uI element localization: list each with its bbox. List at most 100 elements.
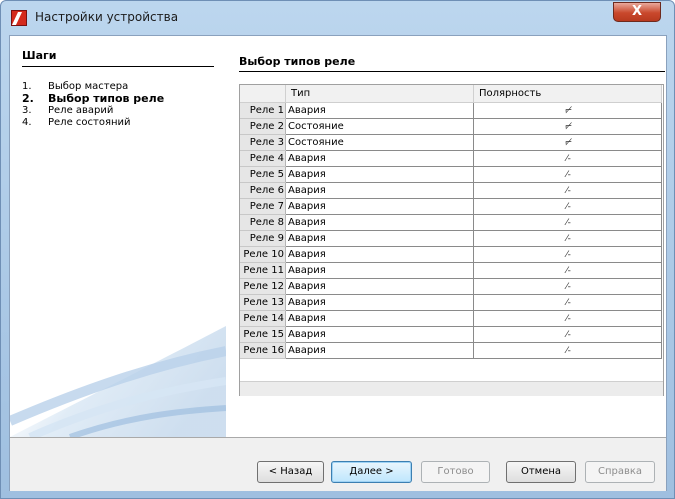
wizard-window: Настройки устройства X Шаги 1. Выбор маст… [0, 0, 675, 499]
step-label: Выбор мастера [48, 81, 129, 92]
row-header-relay: Реле 13 [240, 294, 286, 311]
step-label: Выбор типов реле [48, 92, 165, 105]
cell-polarity[interactable]: ⁄- [473, 310, 662, 327]
cancel-button[interactable]: Отмена [506, 461, 576, 483]
cell-polarity[interactable]: ⌐̸ [473, 118, 662, 135]
cell-polarity[interactable]: ⁄- [473, 182, 662, 199]
steps-title: Шаги [22, 49, 57, 62]
table-row[interactable]: Реле 14 Авария ⁄- [240, 310, 662, 327]
cell-type[interactable]: Авария [285, 102, 474, 119]
cell-polarity[interactable]: ⁄- [473, 150, 662, 167]
table-body: Реле 1 Авария ⌐̸ Реле 2 Состояние ⌐̸ Реле 3 Сос… [240, 102, 662, 359]
table-row[interactable]: Реле 16 Авария ⁄- [240, 342, 662, 359]
cell-type[interactable]: Авария [285, 182, 474, 199]
table-row[interactable]: Реле 4 Авария ⁄- [240, 150, 662, 167]
cell-polarity[interactable]: ⁄- [473, 214, 662, 231]
finish-button[interactable]: Готово [421, 461, 490, 483]
cell-type[interactable]: Авария [285, 198, 474, 215]
cell-type[interactable]: Состояние [285, 134, 474, 151]
content-panel: Выбор типов реле Тип Полярность Реле 1 Ав… [226, 36, 666, 437]
row-header-relay: Реле 4 [240, 150, 286, 167]
steps-divider [22, 66, 214, 67]
row-header-relay: Реле 2 [240, 118, 286, 135]
table-corner [240, 85, 286, 103]
column-header-polarity[interactable]: Полярность [473, 85, 662, 103]
column-header-type[interactable]: Тип [285, 85, 474, 103]
close-button[interactable]: X [613, 2, 661, 22]
cell-polarity[interactable]: ⁄- [473, 278, 662, 295]
row-header-relay: Реле 8 [240, 214, 286, 231]
cell-polarity[interactable]: ⁄- [473, 294, 662, 311]
row-header-relay: Реле 14 [240, 310, 286, 327]
cell-type[interactable]: Состояние [285, 118, 474, 135]
cell-type[interactable]: Авария [285, 246, 474, 263]
row-header-relay: Реле 3 [240, 134, 286, 151]
table-footer [240, 381, 663, 396]
row-header-relay: Реле 6 [240, 182, 286, 199]
cell-type[interactable]: Авария [285, 150, 474, 167]
table-row[interactable]: Реле 13 Авария ⁄- [240, 294, 662, 311]
cell-type[interactable]: Авария [285, 262, 474, 279]
table-row[interactable]: Реле 12 Авария ⁄- [240, 278, 662, 295]
cell-polarity[interactable]: ⌐̸ [473, 134, 662, 151]
cell-type[interactable]: Авария [285, 214, 474, 231]
relay-table[interactable]: Тип Полярность Реле 1 Авария ⌐̸ Реле 2 Состо… [239, 84, 664, 396]
table-row[interactable]: Реле 8 Авария ⁄- [240, 214, 662, 231]
step-number: 3. [22, 105, 32, 116]
cell-type[interactable]: Авария [285, 230, 474, 247]
step-label: Реле состояний [48, 117, 131, 128]
cell-polarity[interactable]: ⁄- [473, 342, 662, 359]
cell-polarity[interactable]: ⁄- [473, 230, 662, 247]
cell-type[interactable]: Авария [285, 326, 474, 343]
step-item: 4. Реле состояний [22, 117, 164, 129]
row-header-relay: Реле 15 [240, 326, 286, 343]
row-header-relay: Реле 1 [240, 102, 286, 119]
table-row[interactable]: Реле 11 Авария ⁄- [240, 262, 662, 279]
row-header-relay: Реле 5 [240, 166, 286, 183]
table-row[interactable]: Реле 15 Авария ⁄- [240, 326, 662, 343]
steps-panel: Шаги 1. Выбор мастера 2. Выбор типов реле … [10, 36, 226, 437]
row-header-relay: Реле 7 [240, 198, 286, 215]
back-button[interactable]: < Назад [257, 461, 324, 483]
row-header-relay: Реле 11 [240, 262, 286, 279]
step-item: 3. Реле аварий [22, 105, 164, 117]
step-item-active: 2. Выбор типов реле [22, 93, 164, 105]
cell-polarity[interactable]: ⌐̸ [473, 102, 662, 119]
row-header-relay: Реле 9 [240, 230, 286, 247]
row-header-relay: Реле 16 [240, 342, 286, 359]
step-number: 2. [22, 92, 34, 105]
cell-polarity[interactable]: ⁄- [473, 326, 662, 343]
relay-grid: Тип Полярность Реле 1 Авария ⌐̸ Реле 2 Состо… [240, 85, 662, 359]
title-bar[interactable]: Настройки устройства X [1, 1, 674, 35]
table-row[interactable]: Реле 2 Состояние ⌐̸ [240, 118, 662, 135]
step-number: 4. [22, 117, 32, 128]
app-logo-icon [11, 10, 27, 26]
cell-type[interactable]: Авария [285, 166, 474, 183]
cell-type[interactable]: Авария [285, 278, 474, 295]
client-area: Шаги 1. Выбор мастера 2. Выбор типов реле … [9, 35, 667, 491]
next-button[interactable]: Далее > [331, 461, 412, 483]
row-header-relay: Реле 12 [240, 278, 286, 295]
cell-polarity[interactable]: ⁄- [473, 262, 662, 279]
table-row[interactable]: Реле 3 Состояние ⌐̸ [240, 134, 662, 151]
table-row[interactable]: Реле 7 Авария ⁄- [240, 198, 662, 215]
cell-type[interactable]: Авария [285, 310, 474, 327]
table-row[interactable]: Реле 1 Авария ⌐̸ [240, 102, 662, 119]
cell-polarity[interactable]: ⁄- [473, 246, 662, 263]
help-button[interactable]: Справка [585, 461, 655, 483]
cell-polarity[interactable]: ⁄- [473, 166, 662, 183]
cell-type[interactable]: Авария [285, 342, 474, 359]
table-row[interactable]: Реле 5 Авария ⁄- [240, 166, 662, 183]
page-title-divider [239, 71, 665, 72]
page-title: Выбор типов реле [239, 55, 356, 68]
close-icon: X [631, 4, 643, 19]
table-row[interactable]: Реле 6 Авария ⁄- [240, 182, 662, 199]
table-row[interactable]: Реле 9 Авария ⁄- [240, 230, 662, 247]
table-row[interactable]: Реле 10 Авария ⁄- [240, 246, 662, 263]
cell-polarity[interactable]: ⁄- [473, 198, 662, 215]
steps-list: 1. Выбор мастера 2. Выбор типов реле 3. Рел… [22, 81, 164, 129]
step-label: Реле аварий [48, 105, 114, 116]
button-bar: < Назад Далее > Готово Отмена Справка [10, 437, 666, 491]
row-header-relay: Реле 10 [240, 246, 286, 263]
cell-type[interactable]: Авария [285, 294, 474, 311]
